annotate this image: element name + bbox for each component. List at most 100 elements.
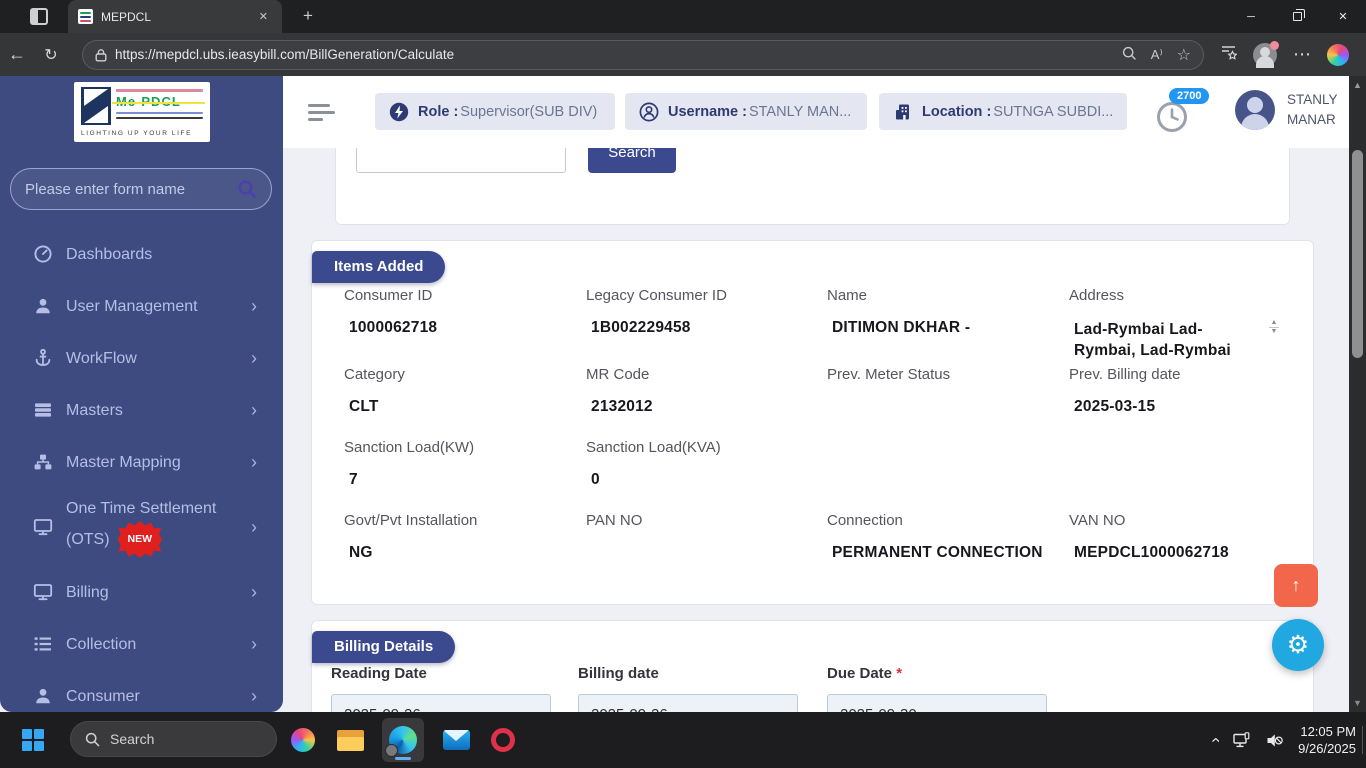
sidebar-menu: Dashboards User Management › WorkFlow › … xyxy=(0,228,283,712)
sidebar-item-user-management[interactable]: User Management › xyxy=(0,280,283,332)
logo-mark-icon xyxy=(81,87,111,125)
file-explorer-icon[interactable] xyxy=(335,725,365,755)
logo-tagline: LIGHTING UP YOUR LIFE xyxy=(81,130,193,137)
taskbar-clock[interactable]: 12:05 PM 9/26/2025 xyxy=(1298,723,1356,757)
clock-icon xyxy=(1157,102,1187,132)
sidebar-item-dashboards[interactable]: Dashboards xyxy=(0,228,283,280)
due-date-input[interactable] xyxy=(827,694,1047,712)
search-card: Search xyxy=(335,148,1290,225)
logo-wordmark: Me-PDCL xyxy=(112,87,205,127)
show-desktop-button[interactable] xyxy=(1362,726,1366,754)
anchor-icon xyxy=(32,347,54,369)
sidebar-item-masters[interactable]: Masters › xyxy=(0,384,283,436)
required-mark: * xyxy=(896,665,903,682)
field-name: Name DITIMON DKHAR - xyxy=(827,287,971,336)
favorite-star-icon[interactable]: ☆ xyxy=(1177,45,1191,65)
address-scroll-spinner[interactable]: ▲ ▼ xyxy=(1268,319,1280,336)
edge-taskbar-icon[interactable] xyxy=(382,718,424,762)
tab-workspaces-icon[interactable] xyxy=(30,8,48,25)
monitor-icon xyxy=(32,581,54,603)
location-pill: Location : SUTNGA SUBDI... xyxy=(879,93,1127,130)
back-button[interactable]: ← xyxy=(0,44,34,65)
settings-fab[interactable]: ⚙ xyxy=(1272,619,1324,671)
screen: MEPDCL ✕ + ─ ✕ ← ↻ https://mepdcl.ubs.ie… xyxy=(0,0,1366,768)
chevron-right-icon: › xyxy=(251,451,257,472)
location-label: Location : xyxy=(922,103,992,120)
search-icon[interactable] xyxy=(237,179,257,199)
sidebar-item-workflow[interactable]: WorkFlow › xyxy=(0,332,283,384)
volume-muted-icon[interactable] xyxy=(1265,731,1284,750)
scrollbar-down-icon[interactable]: ▼ xyxy=(1349,698,1366,708)
user-icon xyxy=(32,295,54,317)
copilot-icon[interactable] xyxy=(1327,43,1349,66)
tab-close-icon[interactable]: ✕ xyxy=(255,8,272,25)
tab-title: MEPDCL xyxy=(101,9,152,24)
read-aloud-icon[interactable]: A⁾ xyxy=(1151,47,1163,63)
tray-expand-icon[interactable]: › xyxy=(1205,737,1225,743)
window-restore-button[interactable] xyxy=(1274,0,1320,33)
collections-icon[interactable] xyxy=(1220,44,1238,65)
menu-toggle-icon[interactable] xyxy=(308,104,336,126)
field-due-date: Due Date * xyxy=(827,665,1087,712)
user-name-first: STANLY xyxy=(1287,92,1338,107)
reading-date-input[interactable] xyxy=(331,694,551,712)
sidebar-item-consumer[interactable]: Consumer › xyxy=(0,670,283,712)
field-address: Address Lad-Rymbai Lad-Rymbai, Lad-Rymba… xyxy=(1069,287,1312,366)
sidebar-item-label: Master Mapping xyxy=(66,453,181,471)
copilot-taskbar-icon[interactable] xyxy=(288,725,318,755)
address-bar[interactable]: https://mepdcl.ubs.ieasybill.com/BillGen… xyxy=(82,39,1204,70)
network-icon[interactable] xyxy=(1232,731,1251,750)
scrollbar-thumb[interactable] xyxy=(1352,150,1363,358)
page-scrollbar[interactable]: ▲ ▼ xyxy=(1349,76,1366,712)
sidebar-item-billing[interactable]: Billing › xyxy=(0,566,283,618)
sidebar-item-one-time-settlement[interactable]: One Time Settlement (OTS) NEW › xyxy=(0,488,283,566)
window-minimize-button[interactable]: ─ xyxy=(1228,0,1274,33)
sidebar-item-master-mapping[interactable]: Master Mapping › xyxy=(0,436,283,488)
taskbar-apps xyxy=(288,712,518,768)
logo-text: Me-PDCL xyxy=(112,95,205,109)
url-text: https://mepdcl.ubs.ieasybill.com/BillGen… xyxy=(115,47,455,62)
app-viewport: Me-PDCL LIGHTING UP YOUR LIFE Dashboards… xyxy=(0,76,1366,712)
clock-time: 12:05 PM xyxy=(1300,724,1356,739)
billing-details-badge: Billing Details xyxy=(312,631,456,663)
sidebar-item-label: WorkFlow xyxy=(66,349,137,367)
browser-profile-avatar[interactable] xyxy=(1253,40,1279,68)
zoom-icon[interactable] xyxy=(1122,46,1137,64)
new-badge: NEW xyxy=(117,521,163,558)
opera-icon[interactable] xyxy=(488,725,518,755)
role-value: Supervisor(SUB DIV) xyxy=(460,103,598,120)
session-timer[interactable]: 2700 xyxy=(1155,88,1215,138)
new-tab-button[interactable]: + xyxy=(296,4,320,28)
scroll-top-button[interactable]: ↑ xyxy=(1274,564,1318,607)
field-reading-date: Reading Date xyxy=(331,665,578,712)
start-button-icon[interactable] xyxy=(22,729,44,751)
consumer-search-input[interactable] xyxy=(356,148,566,173)
form-search-input[interactable] xyxy=(25,180,237,198)
sidebar-item-collection[interactable]: Collection › xyxy=(0,618,283,670)
mail-icon[interactable] xyxy=(441,725,471,755)
field-sanction-load-kw: Sanction Load(KW) 7 xyxy=(344,439,475,488)
field-govt-pvt-installation: Govt/Pvt Installation NG xyxy=(344,512,478,561)
billing-date-input[interactable] xyxy=(578,694,798,712)
app-logo[interactable]: Me-PDCL LIGHTING UP YOUR LIFE xyxy=(74,82,210,142)
browser-tab[interactable]: MEPDCL ✕ xyxy=(68,0,282,33)
field-empty xyxy=(827,439,1069,512)
field-connection: Connection PERMANENT CONNECTION xyxy=(827,512,1043,561)
search-button[interactable]: Search xyxy=(588,148,676,173)
masters-stack-icon xyxy=(32,399,54,421)
items-added-grid: Consumer ID 1000062718 Legacy Consumer ID… xyxy=(312,287,1313,592)
username-person-icon xyxy=(639,102,659,121)
window-close-button[interactable]: ✕ xyxy=(1320,0,1366,33)
refresh-button[interactable]: ↻ xyxy=(34,45,68,65)
scrollbar-up-icon[interactable]: ▲ xyxy=(1349,80,1366,90)
taskbar-search[interactable]: Search xyxy=(70,721,277,757)
field-sanction-load-kva: Sanction Load(KVA) 0 xyxy=(586,439,721,488)
user-name-last: MANAR xyxy=(1287,112,1336,127)
sidebar-item-label: One Time Settlement (OTS) NEW xyxy=(66,496,245,558)
field-legacy-consumer-id: Legacy Consumer ID 1B002229458 xyxy=(586,287,727,336)
field-consumer-id: Consumer ID 1000062718 xyxy=(344,287,438,336)
timer-badge: 2700 xyxy=(1169,88,1210,104)
browser-menu-icon[interactable]: ⋯ xyxy=(1293,44,1311,65)
user-profile[interactable]: STANLY MANAR xyxy=(1235,90,1338,130)
username-label: Username : xyxy=(668,103,747,120)
